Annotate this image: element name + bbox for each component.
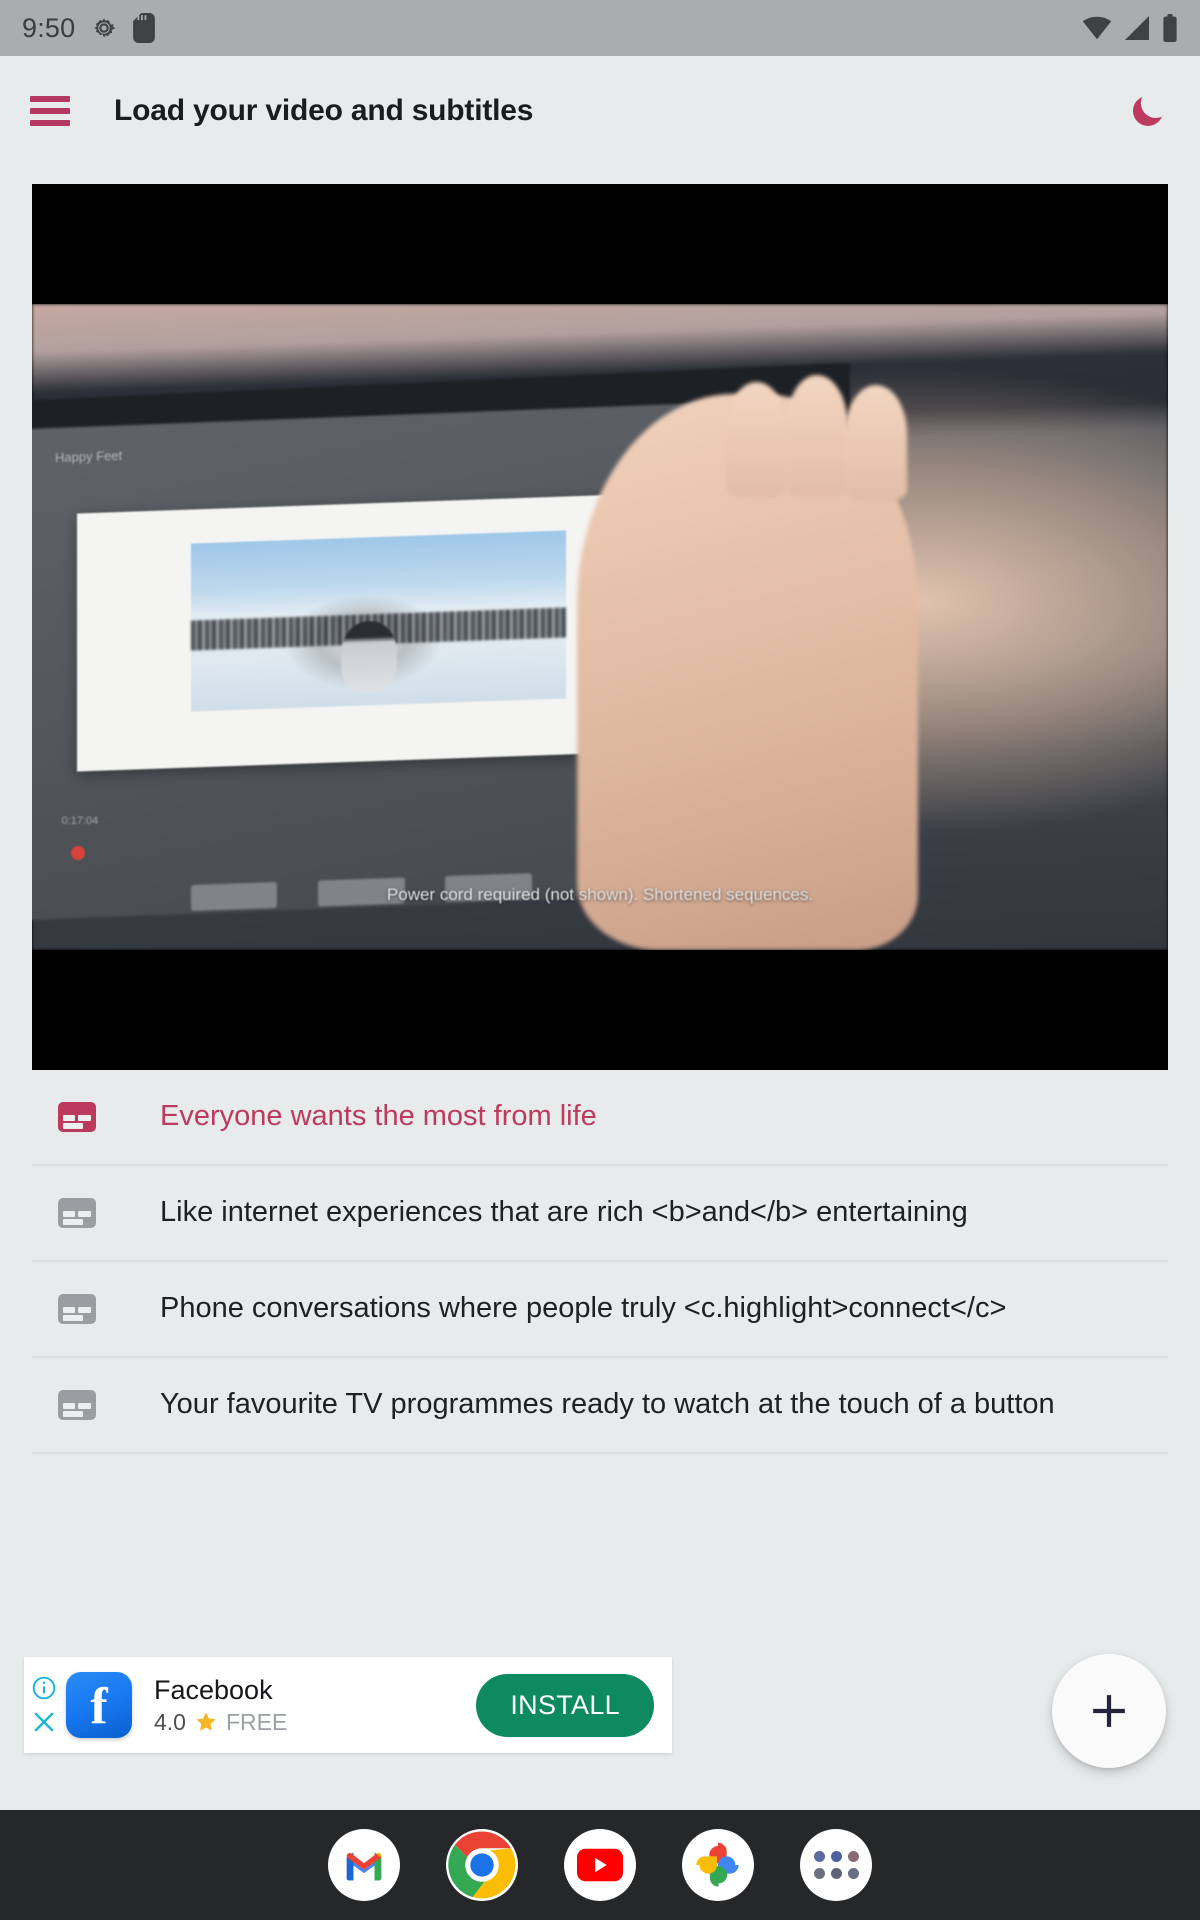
timeline-playhead: [70, 845, 85, 860]
close-icon[interactable]: [31, 1709, 57, 1735]
ad-banner[interactable]: f Facebook 4.0 FREE INSTALL: [24, 1657, 672, 1753]
hamburger-bar-1: [30, 96, 70, 102]
chrome-glyph: [448, 1831, 516, 1899]
video-player[interactable]: Happy Feet 0:17:04 Power cord required (…: [32, 184, 1168, 1070]
subtitle-text: Like internet experiences that are rich …: [160, 1196, 968, 1229]
ad-rating: 4.0: [154, 1708, 186, 1735]
ad-info: Facebook 4.0 FREE: [154, 1675, 287, 1736]
subtitle-row-2[interactable]: Like internet experiences that are rich …: [32, 1166, 1168, 1262]
info-icon[interactable]: [31, 1675, 57, 1701]
plus-icon: [1093, 1695, 1125, 1727]
google-photos-glyph: [696, 1842, 739, 1887]
subtitle-row-3[interactable]: Phone conversations where people truly <…: [32, 1262, 1168, 1358]
gmail-icon[interactable]: [328, 1829, 400, 1901]
finger-3: [845, 384, 907, 502]
app-drawer-dots: [813, 1851, 859, 1879]
status-bar-clock: 9:50: [22, 12, 76, 43]
subtitle-text: Everyone wants the most from life: [160, 1100, 597, 1133]
video-overlay-caption: Power cord required (not shown). Shorten…: [386, 884, 814, 904]
add-button[interactable]: [1052, 1654, 1166, 1768]
gmail-glyph: [346, 1852, 382, 1881]
ad-price: FREE: [225, 1708, 288, 1735]
penguin-figure: [340, 619, 398, 693]
status-bar-right: [1082, 14, 1178, 42]
subtitle-icon-bar: [63, 1219, 83, 1225]
subtitle-text: Phone conversations where people truly <…: [160, 1292, 1007, 1325]
drawer-dot-4: [813, 1868, 825, 1879]
penguin-scene: [191, 530, 566, 712]
bottom-dock: [0, 1810, 1200, 1920]
subtitle-icon: [58, 1390, 96, 1420]
battery-icon: [1163, 14, 1177, 42]
drawer-dot-2: [830, 1851, 842, 1862]
page-title: Load your video and subtitles: [114, 94, 534, 127]
finger-2: [786, 375, 848, 498]
finger-1: [726, 381, 788, 498]
subtitle-text: Your favourite TV programmes ready to wa…: [160, 1388, 1055, 1421]
moon-glyph: [1133, 97, 1162, 126]
timeline-time: 0:17:04: [61, 815, 99, 828]
install-button[interactable]: INSTALL: [476, 1673, 654, 1737]
star-icon: [196, 1712, 216, 1731]
sd-card-icon: [133, 13, 156, 43]
subtitle-icon-bar: [63, 1123, 83, 1129]
tablet-title-label: Happy Feet: [54, 448, 122, 466]
facebook-f-glyph: f: [90, 1678, 108, 1736]
moon-icon[interactable]: [1124, 88, 1170, 134]
drawer-dot-1: [813, 1851, 825, 1862]
facebook-icon: f: [66, 1672, 132, 1738]
gear-icon: [94, 18, 116, 38]
ad-app-meta: 4.0 FREE: [154, 1709, 287, 1736]
subtitle-row-1[interactable]: Everyone wants the most from life: [32, 1070, 1168, 1166]
status-bar: 9:50: [0, 0, 1200, 56]
hamburger-menu-icon[interactable]: [30, 96, 70, 126]
drawer-dot-5: [830, 1868, 842, 1879]
subtitle-icon: [58, 1198, 96, 1228]
youtube-glyph: [577, 1848, 623, 1882]
status-bar-left: 9:50: [22, 12, 156, 44]
google-photos-icon[interactable]: [682, 1829, 754, 1901]
subtitle-icon-bar: [63, 1411, 83, 1417]
subtitle-icon: [58, 1102, 96, 1132]
ad-app-name: Facebook: [154, 1674, 273, 1705]
youtube-icon[interactable]: [564, 1829, 636, 1901]
wifi-icon: [1082, 16, 1112, 40]
subtitle-icon-bar: [63, 1315, 83, 1321]
hamburger-bar-2: [30, 108, 70, 114]
drawer-dot-3: [847, 1851, 859, 1862]
app-bar: Load your video and subtitles: [0, 56, 1200, 166]
video-frame: Happy Feet 0:17:04 Power cord required (…: [32, 304, 1168, 950]
signal-icon: [1125, 16, 1149, 40]
subtitle-list: Everyone wants the most from life Like i…: [32, 1070, 1168, 1454]
drawer-dot-6: [847, 1868, 859, 1879]
hamburger-bar-3: [30, 120, 70, 126]
subtitle-icon: [58, 1294, 96, 1324]
chrome-icon[interactable]: [446, 1829, 518, 1901]
ad-controls: [24, 1657, 60, 1753]
app-drawer-icon[interactable]: [800, 1829, 872, 1901]
subtitle-row-4[interactable]: Your favourite TV programmes ready to wa…: [32, 1358, 1168, 1454]
